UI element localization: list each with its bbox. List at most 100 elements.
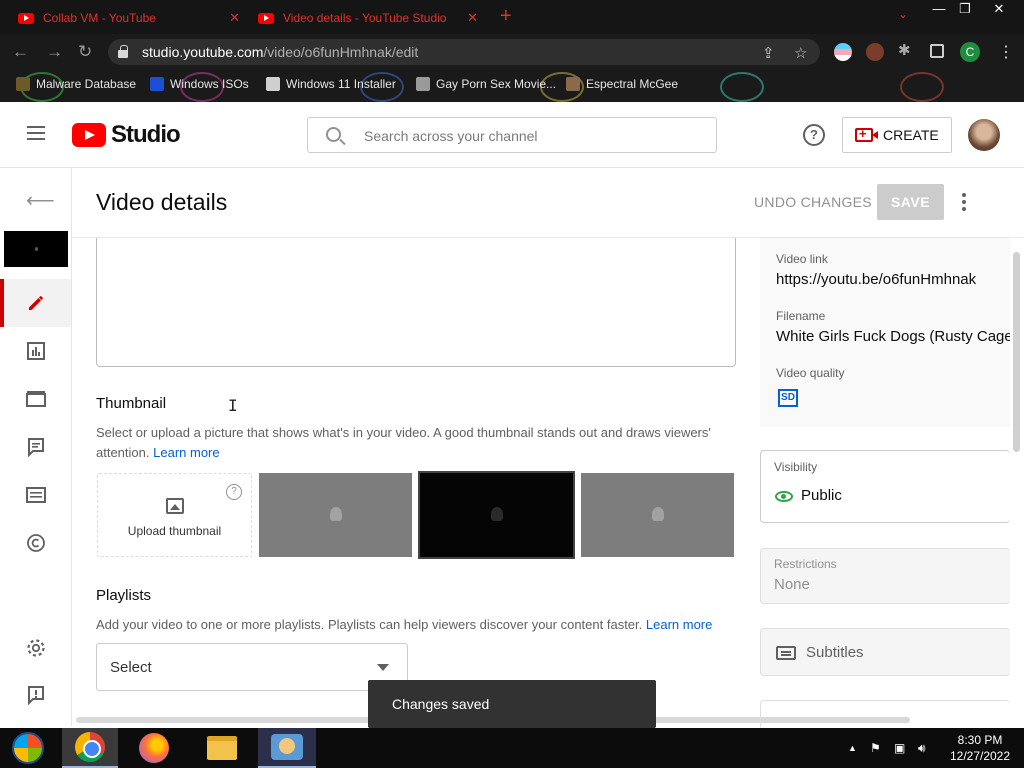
forward-arrow-icon[interactable]: →: [46, 42, 63, 62]
studio-logo[interactable]: Studio: [72, 121, 181, 149]
system-clock[interactable]: 8:30 PM 12/27/2022: [940, 732, 1020, 764]
bookmark-malware-database[interactable]: Malware Database: [16, 77, 136, 91]
more-options-icon[interactable]: [956, 190, 972, 214]
restrictions-value: None: [774, 576, 810, 593]
firefox-icon: [139, 733, 169, 763]
messenger-people-icon: [271, 734, 303, 760]
eye-icon: [775, 491, 793, 502]
nav-settings-gear-icon[interactable]: [24, 636, 48, 660]
tab-close-icon[interactable]: ✕: [229, 10, 240, 26]
volume-icon[interactable]: 🔊︎: [918, 741, 926, 756]
back-arrow-icon[interactable]: ←: [12, 42, 29, 62]
address-bar[interactable]: studio.youtube.com/video/o6funHmhnak/edi…: [108, 39, 820, 65]
tab-close-icon[interactable]: ✕: [467, 10, 478, 26]
url-text[interactable]: studio.youtube.com/video/o6funHmhnak/edi…: [142, 44, 418, 60]
show-hidden-icons[interactable]: ▲: [848, 743, 857, 753]
hamburger-menu-icon[interactable]: [27, 126, 45, 140]
thumbnail-option[interactable]: [581, 473, 734, 557]
add-image-icon: [166, 498, 184, 514]
chevron-down-icon: [377, 664, 389, 671]
taskbar-file-explorer[interactable]: [194, 728, 250, 768]
bookmarks-bar: Malware Database Windows ISOs Windows 11…: [0, 70, 1024, 102]
thumbnail-option[interactable]: [259, 473, 412, 557]
nav-comments-icon[interactable]: [24, 435, 48, 459]
create-label: CREATE: [883, 127, 939, 143]
create-button[interactable]: CREATE: [842, 117, 952, 153]
thumbnail-section-title: Thumbnail: [96, 395, 167, 412]
account-avatar[interactable]: [968, 119, 1000, 151]
thumbnail-help-icon[interactable]: ?: [226, 484, 242, 500]
vertical-scrollbar-thumb[interactable]: [1013, 252, 1020, 452]
profile-avatar[interactable]: C: [960, 42, 980, 62]
nav-subtitles-icon[interactable]: [24, 483, 48, 507]
thumbnail-figure: [651, 507, 664, 521]
thumbnail-option-selected[interactable]: [418, 471, 575, 559]
youtube-favicon-icon: [18, 12, 34, 24]
description-textarea[interactable]: [96, 238, 736, 367]
action-center-flag-icon[interactable]: ⚑: [870, 741, 881, 755]
tab-title: Video details - YouTube Studio: [283, 11, 447, 25]
side-panel-icon[interactable]: [930, 44, 944, 58]
browser-tab-collab-vm[interactable]: Collab VM - YouTube ✕: [18, 4, 240, 32]
nav-copyright-icon[interactable]: [24, 531, 48, 555]
nav-details-pencil-icon[interactable]: [24, 291, 48, 315]
bookmark-star-icon[interactable]: ☆: [794, 44, 807, 62]
reload-icon[interactable]: ↻: [78, 42, 92, 62]
back-to-content-icon[interactable]: ⟵: [26, 188, 55, 213]
share-icon[interactable]: ⇪: [762, 44, 775, 62]
browser-tab-strip: Collab VM - YouTube ✕ Video details - Yo…: [0, 0, 1024, 34]
decor-circle: [720, 72, 764, 102]
next-card-partial[interactable]: [760, 700, 1010, 730]
thumbnail-figure: [490, 507, 503, 521]
taskbar-messenger[interactable]: [258, 728, 316, 768]
extension-flag-icon[interactable]: [834, 43, 852, 61]
youtube-play-icon: [72, 123, 106, 147]
folder-icon: [207, 736, 237, 760]
chrome-icon: [75, 732, 105, 762]
upload-thumbnail-button[interactable]: Upload thumbnail ?: [97, 473, 252, 557]
save-button[interactable]: SAVE: [877, 184, 944, 220]
nav-analytics-icon[interactable]: [24, 339, 48, 363]
visibility-card[interactable]: Visibility Public: [760, 450, 1010, 523]
playlist-select-dropdown[interactable]: Select: [96, 643, 408, 691]
undo-changes-button[interactable]: UNDO CHANGES: [754, 194, 872, 210]
bookmark-windows-isos[interactable]: Windows ISOs: [150, 77, 249, 91]
bookmark-favicon-icon: [416, 77, 430, 91]
search-placeholder: Search across your channel: [364, 128, 538, 144]
maximize-button[interactable]: ❐: [948, 0, 982, 18]
nav-feedback-icon[interactable]: [24, 683, 48, 707]
taskbar-chrome[interactable]: [62, 728, 118, 768]
bookmark-espectral-mcgee[interactable]: Espectral McGee: [566, 77, 678, 91]
video-thumbnail-mini[interactable]: [4, 231, 68, 267]
browser-tab-video-details[interactable]: Video details - YouTube Studio ✕: [258, 4, 478, 32]
video-link[interactable]: https://youtu.be/o6funHmhnak: [776, 271, 976, 288]
network-icon[interactable]: ▣: [894, 741, 905, 755]
playlists-section-description: Add your video to one or more playlists.…: [96, 617, 713, 632]
channel-search-input[interactable]: Search across your channel: [307, 117, 717, 153]
thumbnail-figure: [329, 507, 342, 521]
extensions-puzzle-icon[interactable]: ✱: [898, 41, 916, 59]
close-window-button[interactable]: ✕: [982, 0, 1016, 18]
bookmark-movie-site[interactable]: Gay Porn Sex Movie...: [416, 77, 556, 91]
thumbnail-section-description: Select or upload a picture that shows wh…: [96, 425, 711, 460]
playlists-learn-more-link[interactable]: Learn more: [646, 617, 712, 632]
start-button[interactable]: [0, 728, 56, 768]
video-link-label: Video link: [776, 252, 828, 266]
lock-icon[interactable]: [118, 45, 128, 58]
page-title: Video details: [96, 189, 228, 215]
taskbar-firefox[interactable]: [126, 728, 182, 768]
new-tab-button[interactable]: +: [500, 6, 512, 26]
nav-editor-clapper-icon[interactable]: [24, 387, 48, 411]
subtitles-card[interactable]: Subtitles: [760, 628, 1010, 676]
thumbnail-learn-more-link[interactable]: Learn more: [153, 445, 219, 460]
tab-search-chevron-icon[interactable]: ⌄: [898, 7, 908, 21]
changes-saved-snackbar: Changes saved: [368, 680, 656, 728]
extension-avatar-icon[interactable]: [866, 43, 884, 61]
bookmark-windows-11-installer[interactable]: Windows 11 Installer: [266, 77, 396, 91]
bookmark-favicon-icon: [150, 77, 164, 91]
upload-thumbnail-label: Upload thumbnail: [127, 524, 222, 538]
help-icon[interactable]: ?: [803, 124, 825, 146]
filename-value: White Girls Fuck Dogs (Rusty Cage: [776, 328, 1010, 345]
subtitles-icon: [776, 646, 796, 660]
browser-menu-icon[interactable]: ⋮: [998, 42, 1014, 62]
